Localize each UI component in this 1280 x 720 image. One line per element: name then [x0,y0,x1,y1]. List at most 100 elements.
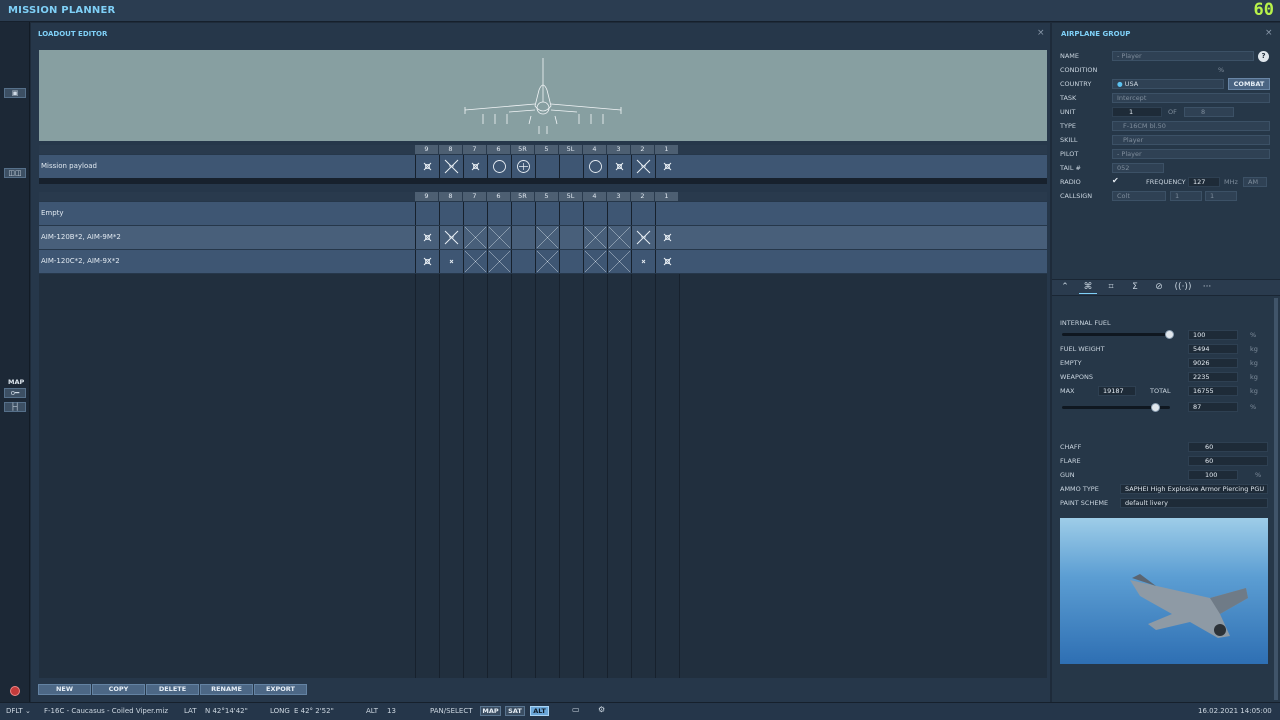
station-cell[interactable] [511,155,534,178]
pan-select-button[interactable]: PAN/SELECT [430,707,473,715]
modulation-select[interactable]: AM [1243,177,1267,187]
new-button[interactable]: NEW [38,684,91,695]
profile-select[interactable]: DFLT [6,707,23,715]
station-cell[interactable] [415,202,438,225]
callsign-select[interactable]: Colt [1112,191,1166,201]
tab-radio-icon[interactable]: ((·)) [1174,282,1192,294]
station-cell[interactable] [415,250,438,273]
station-cell[interactable] [631,226,654,249]
export-button[interactable]: EXPORT [254,684,307,695]
total-weight-knob[interactable] [1150,403,1160,412]
preset-row-aim120b[interactable]: AIM-120B*2, AIM-9M*2 [39,226,1047,249]
frequency-input[interactable]: 127 [1188,177,1220,187]
station-cell[interactable] [439,250,462,273]
loadout-close-icon[interactable]: × [1037,28,1045,38]
chaff-stepper[interactable]: 60 [1188,442,1268,452]
copy-button[interactable]: COPY [92,684,145,695]
flare-stepper[interactable]: 60 [1188,456,1268,466]
airplane-group-close-icon[interactable]: × [1265,28,1273,38]
name-input[interactable]: - Player [1112,51,1254,61]
tab-failures-icon[interactable]: ⊘ [1150,282,1168,294]
internal-fuel-input[interactable]: 100 [1188,330,1238,340]
station-cell[interactable] [487,226,511,249]
group-icon[interactable]: ◫◫ [4,168,26,178]
station-cell[interactable] [415,155,438,178]
station-cell[interactable] [583,250,607,273]
station-cell[interactable] [583,155,606,178]
station-cell[interactable] [511,202,534,225]
internal-fuel-slider[interactable] [1062,333,1170,336]
station-cell[interactable] [463,226,487,249]
of-stepper[interactable]: 8 [1184,107,1234,117]
tab-summary-icon[interactable]: Σ [1126,282,1144,294]
task-select[interactable]: Intercept [1112,93,1270,103]
preset-row-empty[interactable]: Empty [39,202,1047,225]
station-cell[interactable] [511,250,534,273]
map-button[interactable]: MAP [480,706,501,716]
country-select[interactable]: ● USA [1112,79,1224,89]
combat-button[interactable]: COMBAT [1228,78,1270,90]
chevron-down-icon[interactable]: ⌄ [25,707,31,715]
station-cell[interactable] [631,155,654,178]
paint-scheme-select[interactable]: default livery [1120,498,1268,508]
help-icon[interactable]: ? [1258,51,1269,62]
station-cell[interactable] [655,226,678,249]
settings-icon[interactable]: ⚙ [598,705,605,714]
station-cell[interactable] [535,202,558,225]
callsign-number-1[interactable]: 1 [1170,191,1202,201]
station-cell[interactable] [607,155,630,178]
station-cell[interactable] [631,250,654,273]
station-cell[interactable] [655,250,678,273]
station-cell[interactable] [655,202,678,225]
ruler-icon[interactable]: o━ [4,388,26,398]
station-cell[interactable] [583,226,607,249]
tab-route-icon[interactable]: ⌃ [1056,282,1074,294]
unit-stepper[interactable]: 1 [1112,107,1162,117]
measure-icon[interactable]: ├┤ [4,402,26,412]
tab-targets-icon[interactable]: ⌗ [1102,282,1120,294]
station-cell[interactable] [439,226,462,249]
rename-button[interactable]: RENAME [200,684,253,695]
station-cell[interactable] [535,226,559,249]
station-cell[interactable] [559,250,582,273]
scrollbar[interactable] [1274,298,1278,700]
station-cell[interactable] [439,202,462,225]
station-cell[interactable] [463,202,486,225]
station-cell[interactable] [583,202,606,225]
tab-more-icon[interactable]: ··· [1198,282,1216,294]
battery-icon[interactable]: ▭ [572,705,580,714]
sat-button[interactable]: SAT [505,706,525,716]
station-cell[interactable] [631,202,654,225]
type-select[interactable]: F-16CM bl.50 [1112,121,1270,131]
alt-button[interactable]: ALT [530,706,549,716]
station-cell[interactable] [487,202,510,225]
briefcase-icon[interactable]: ▣ [4,88,26,98]
mission-payload-row[interactable]: Mission payload [39,155,1047,178]
tail-input[interactable]: 052 [1112,163,1164,173]
station-cell[interactable] [559,202,582,225]
preset-row-aim120c[interactable]: AIM-120C*2, AIM-9X*2 [39,250,1047,273]
station-cell[interactable] [439,155,462,178]
station-cell[interactable] [415,226,438,249]
station-cell[interactable] [463,250,487,273]
station-cell[interactable] [535,155,558,178]
internal-fuel-knob[interactable] [1165,330,1174,339]
record-icon[interactable] [10,686,20,696]
skill-select[interactable]: Player [1112,135,1270,145]
station-cell[interactable] [535,250,559,273]
station-cell[interactable] [559,155,582,178]
ammo-type-select[interactable]: SAPHEI High Explosive Armor Piercing PGU [1120,484,1268,494]
station-cell[interactable] [607,202,630,225]
station-cell[interactable] [655,155,678,178]
station-cell[interactable] [487,155,510,178]
gun-stepper[interactable]: 100 [1188,470,1238,480]
delete-button[interactable]: DELETE [146,684,199,695]
station-cell[interactable] [487,250,511,273]
radio-checkbox[interactable]: ✔ [1112,176,1119,185]
station-cell[interactable] [511,226,534,249]
callsign-number-2[interactable]: 1 [1205,191,1237,201]
station-cell[interactable] [607,250,631,273]
pilot-input[interactable]: - Player [1112,149,1270,159]
tab-payload-icon[interactable]: ⌘ [1079,282,1097,294]
station-cell[interactable] [463,155,486,178]
